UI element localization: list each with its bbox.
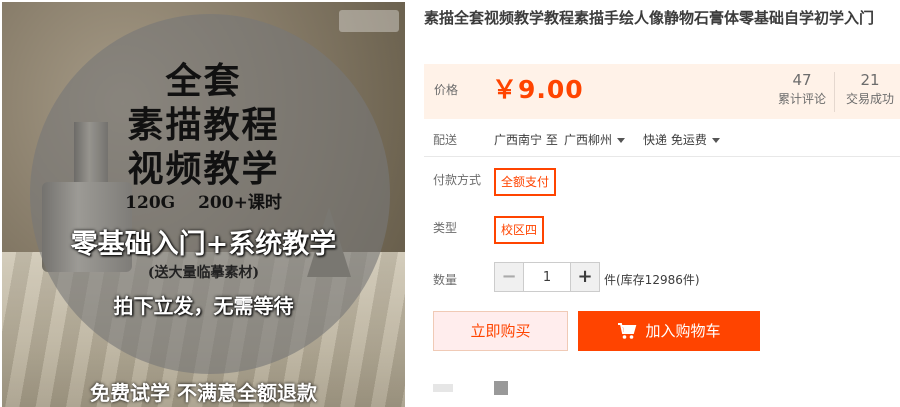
quantity-input[interactable] — [523, 263, 571, 291]
cutoff-row-checkbox[interactable] — [494, 381, 508, 395]
shipping-method-select[interactable]: 快递 免运费 — [643, 131, 720, 148]
price-panel: 价格 ￥9.00 47 累计评论 21 交易成功 — [424, 64, 900, 119]
sales-label: 交易成功 — [845, 92, 894, 106]
shipping-label: 配送 — [433, 133, 458, 147]
section-divider — [424, 156, 900, 157]
stock-info: 件(库存12986件) — [604, 273, 700, 287]
plus-icon[interactable]: + — [571, 263, 599, 291]
payment-label: 付款方式 — [433, 173, 482, 187]
stat-divider — [834, 72, 835, 112]
image-refund-note: 免费试学 不满意全额退款 — [90, 381, 317, 405]
cart-icon — [618, 323, 637, 339]
image-tagline: 零基础入门+系统教学 — [70, 229, 337, 260]
image-bonus-note: (送大量临摹素材) — [147, 265, 260, 281]
image-headline-3: 视频教学 — [127, 148, 280, 190]
price-value: ￥9.00 — [492, 75, 584, 104]
sales-count: 21 — [860, 71, 880, 89]
image-shipping-note: 拍下立发，无需等待 — [113, 294, 294, 318]
minus-icon[interactable]: − — [495, 263, 523, 291]
image-size-hours: 120G 200+课时 — [125, 193, 282, 213]
reviews-label: 累计评论 — [777, 92, 826, 106]
buy-now-button[interactable]: 立即购买 — [433, 311, 568, 351]
reviews-count: 47 — [792, 71, 812, 89]
add-to-cart-label: 加入购物车 — [645, 322, 721, 340]
shipping-method: 快递 免运费 — [643, 133, 707, 147]
type-label: 类型 — [433, 221, 458, 235]
product-image[interactable]: 全套 素描教程 视频教学 120G 200+课时 零基础入门+系统教学 (送大量… — [2, 2, 405, 407]
product-title: 素描全套视频教学教程素描手绘人像静物石膏体零基础自学初学入门 — [424, 9, 875, 27]
shipping-destination: 广西柳州 — [564, 133, 613, 147]
reviews-stat[interactable]: 47 累计评论 — [774, 70, 830, 108]
price-label: 价格 — [434, 83, 459, 97]
add-to-cart-button[interactable]: 加入购物车 — [578, 311, 760, 351]
cutoff-row-label — [433, 384, 453, 392]
payment-option-full[interactable]: 全额支付 — [494, 168, 557, 196]
quantity-label: 数量 — [433, 273, 458, 287]
quantity-stepper: − + — [494, 262, 600, 292]
caret-down-icon — [711, 138, 720, 143]
shipping-from: 广西南宁 至 — [494, 133, 558, 147]
shipping-destination-select[interactable]: 广西柳州 — [564, 131, 626, 148]
caret-down-icon — [617, 138, 626, 143]
image-watermark — [339, 10, 399, 32]
type-option-campus-4[interactable]: 校区四 — [494, 216, 545, 244]
sales-stat: 21 交易成功 — [842, 70, 898, 108]
